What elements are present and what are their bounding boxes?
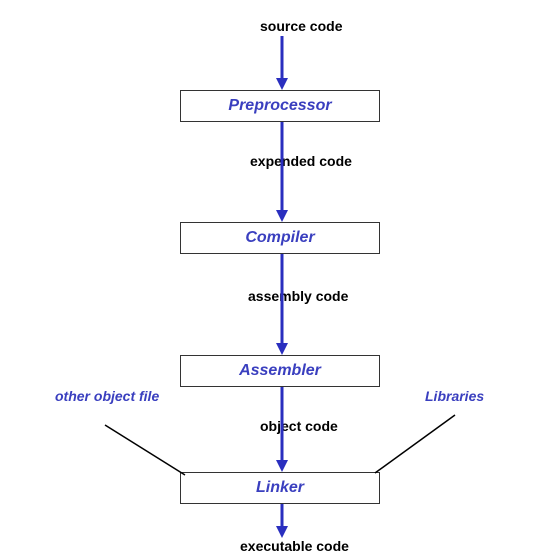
stage-preprocessor: Preprocessor — [180, 90, 380, 122]
line-other-object-to-linker — [105, 425, 195, 480]
label-libraries: Libraries — [425, 388, 484, 404]
stage-linker: Linker — [180, 472, 380, 504]
line-libraries-to-linker — [375, 415, 465, 475]
label-expended-code: expended code — [250, 153, 352, 169]
label-executable-code: executable code — [240, 538, 349, 554]
arrow-assembler-to-linker — [276, 387, 288, 472]
arrow-preprocessor-to-compiler — [276, 122, 288, 222]
label-object-code: object code — [260, 418, 338, 434]
stage-assembler: Assembler — [180, 355, 380, 387]
label-assembly-code: assembly code — [248, 288, 348, 304]
stage-compiler: Compiler — [180, 222, 380, 254]
arrow-compiler-to-assembler — [276, 254, 288, 355]
arrow-source-to-preprocessor — [276, 36, 288, 90]
arrow-linker-to-executable — [276, 504, 288, 538]
label-other-object-file: other object file — [55, 388, 165, 404]
label-source-code: source code — [260, 18, 342, 34]
